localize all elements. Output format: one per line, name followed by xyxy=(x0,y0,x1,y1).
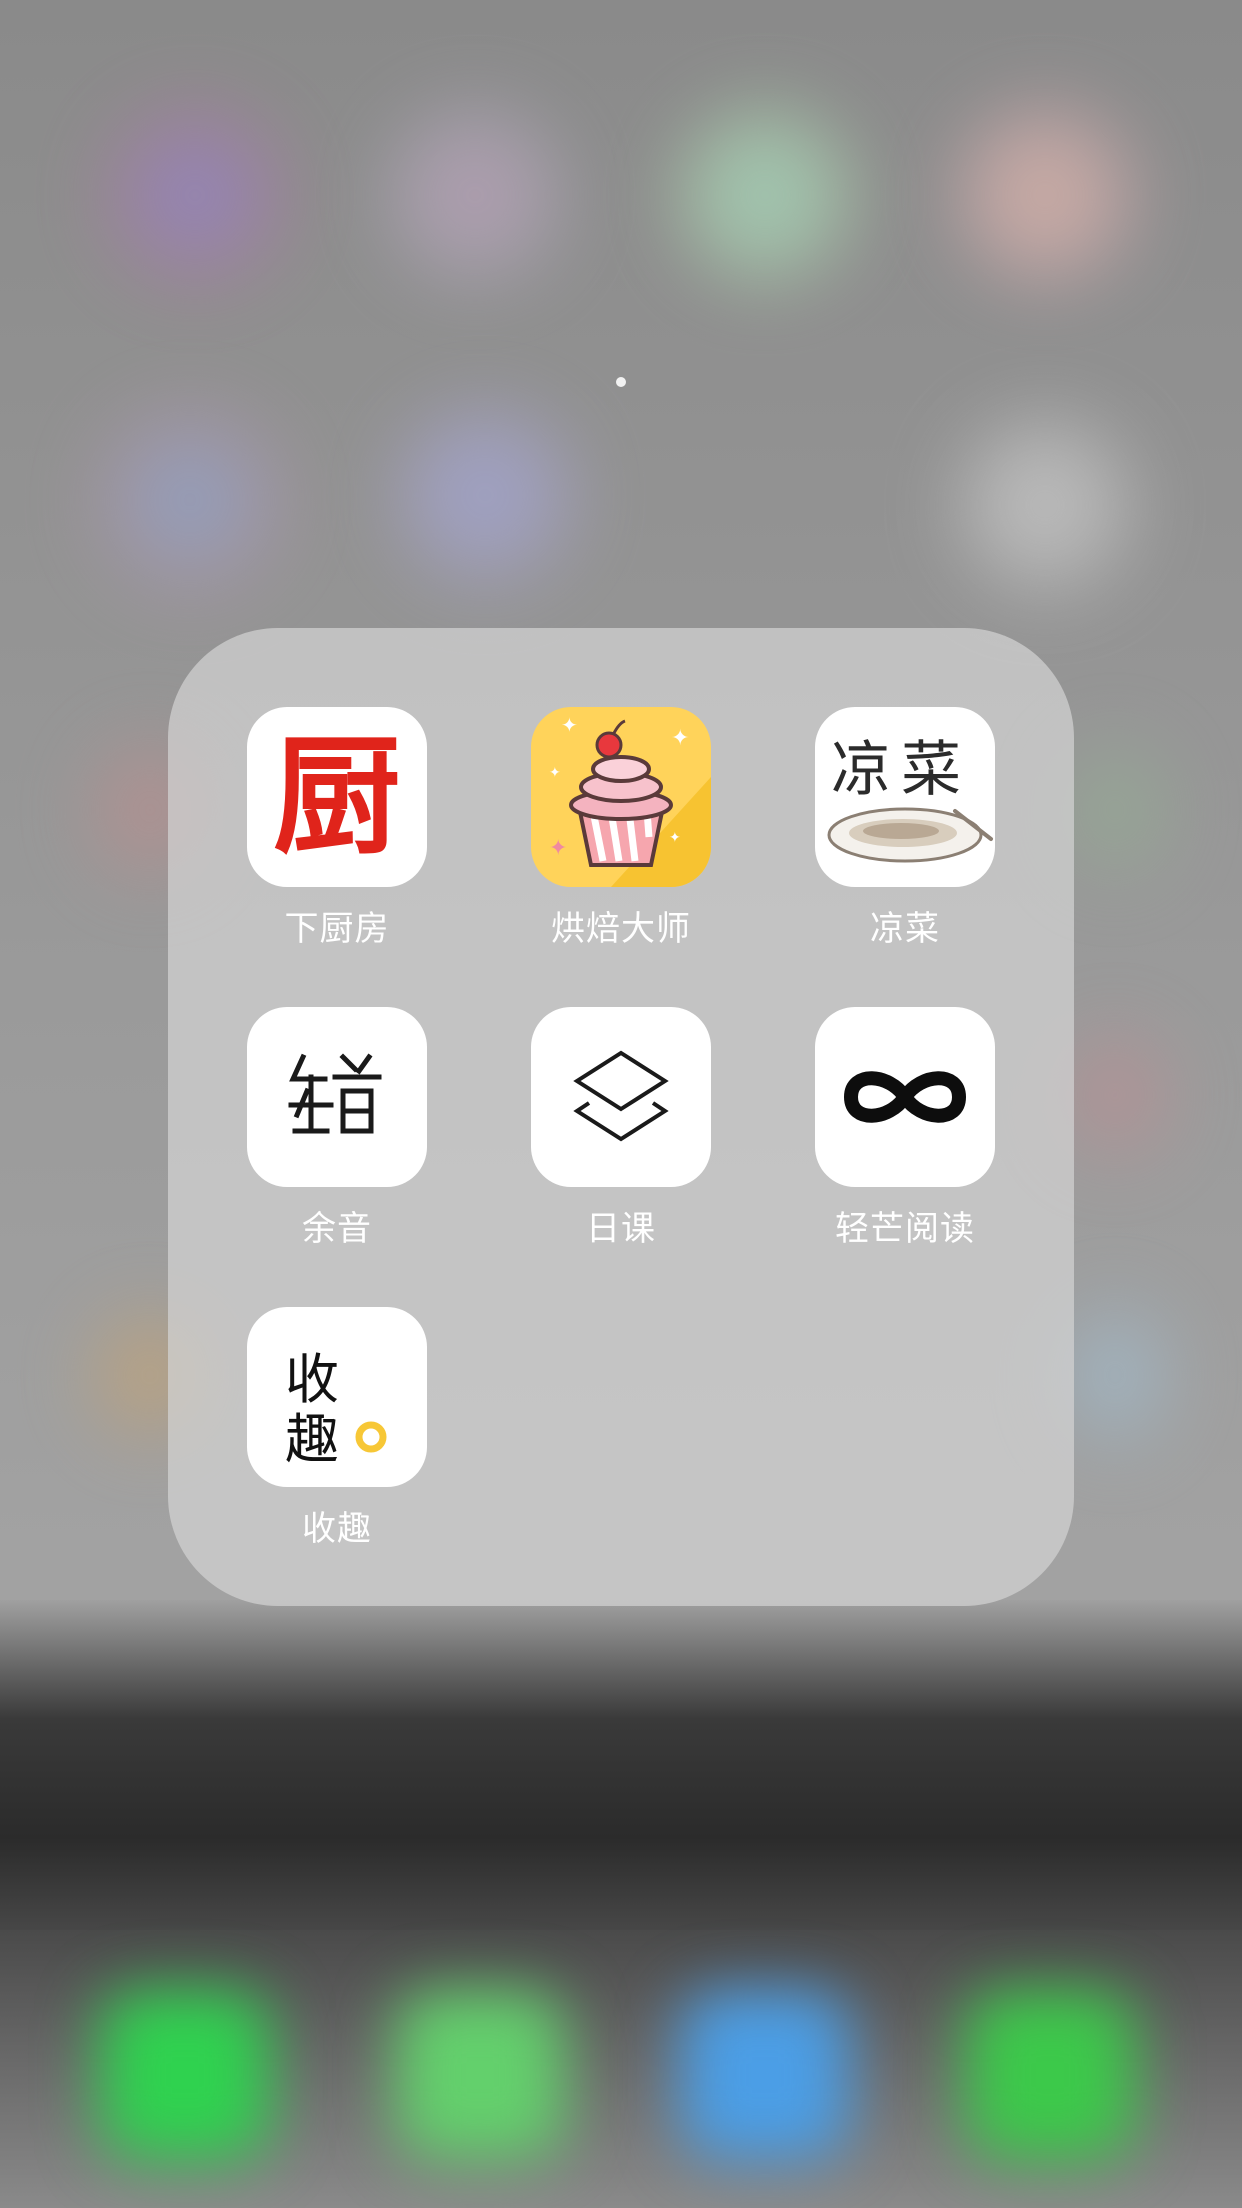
svg-text:✦: ✦ xyxy=(549,765,561,781)
svg-text:✦: ✦ xyxy=(561,713,578,737)
layers-icon[interactable] xyxy=(531,1007,711,1187)
blurred-dock-icon xyxy=(100,1990,270,2160)
app-label: 烘焙大师 xyxy=(551,909,691,949)
app-folder: 厨 下厨房 ✦ ✦ ✦ ✦ ✦ 烘焙大师 凉菜 凉菜 余音 日课 轻芒阅读 收 … xyxy=(168,628,1074,1606)
blurred-app-icon xyxy=(100,410,280,590)
app-label: 收趣 xyxy=(302,1509,372,1549)
app-label: 余音 xyxy=(302,1209,372,1249)
app-xiachufang[interactable]: 厨 下厨房 xyxy=(247,707,427,950)
app-cold-dish[interactable]: 凉菜 凉菜 xyxy=(815,707,995,950)
svg-text:✦: ✦ xyxy=(549,836,567,861)
page-indicator-dot xyxy=(616,377,626,387)
app-label: 凉菜 xyxy=(870,909,940,949)
blurred-app-icon xyxy=(960,420,1130,590)
blurred-app-icon xyxy=(390,110,560,280)
yuyin-icon[interactable] xyxy=(247,1007,427,1187)
app-label: 日课 xyxy=(586,1209,656,1249)
blurred-dock-icon xyxy=(680,1990,850,2160)
cupcake-icon[interactable]: ✦ ✦ ✦ ✦ ✦ xyxy=(531,707,711,887)
blurred-app-icon xyxy=(110,110,280,280)
blurred-app-icon xyxy=(1060,1300,1170,1450)
dock-shadow-band xyxy=(0,1600,1242,1940)
app-baking-master[interactable]: ✦ ✦ ✦ ✦ ✦ 烘焙大师 xyxy=(531,707,711,950)
svg-text:✦: ✦ xyxy=(669,830,681,846)
infinity-icon[interactable] xyxy=(815,1007,995,1187)
svg-text:✦: ✦ xyxy=(671,726,689,751)
blurred-app-icon xyxy=(1060,740,1170,880)
app-qingmang-reading[interactable]: 轻芒阅读 xyxy=(815,1007,995,1250)
blurred-app-icon xyxy=(680,110,850,280)
shouqu-icon[interactable]: 收 趣 xyxy=(247,1307,427,1487)
app-rike[interactable]: 日课 xyxy=(531,1007,711,1250)
app-label: 下厨房 xyxy=(284,909,390,949)
xiachufang-icon[interactable]: 厨 xyxy=(247,707,427,887)
xiachufang-glyph: 厨 xyxy=(272,722,401,872)
app-yuyin[interactable]: 余音 xyxy=(247,1007,427,1250)
cold-dish-icon[interactable]: 凉菜 xyxy=(815,707,995,887)
blurred-app-icon xyxy=(960,110,1130,280)
blurred-dock-icon xyxy=(395,1990,565,2160)
app-label: 轻芒阅读 xyxy=(835,1209,975,1249)
app-shouqu[interactable]: 收 趣 收趣 xyxy=(247,1307,427,1550)
blurred-app-icon xyxy=(1060,1030,1170,1160)
blurred-dock-icon xyxy=(965,1990,1135,2160)
blurred-app-icon xyxy=(400,410,570,580)
